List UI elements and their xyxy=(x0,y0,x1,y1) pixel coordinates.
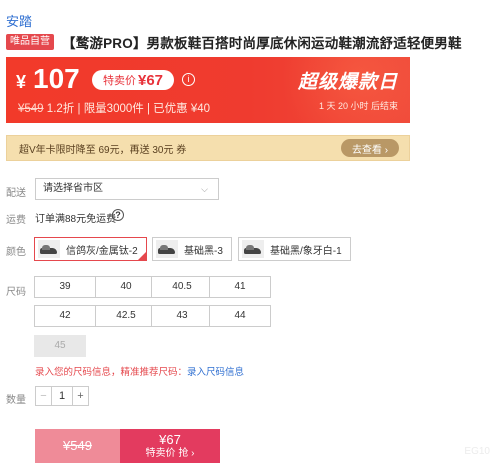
countdown-timer: 1 天 20 小时 后结束 xyxy=(318,101,398,111)
shoe-thumbnail xyxy=(242,240,264,258)
special-price-label: 特卖价 xyxy=(102,75,136,87)
coupon-saved: 已优惠 ¥40 xyxy=(153,103,211,115)
watermark: EG10 xyxy=(464,446,490,457)
buy-original-price: ¥549 xyxy=(63,438,92,453)
size-option-unavailable: 45 xyxy=(34,335,86,357)
limited-quantity: 限量3000件 xyxy=(83,103,144,115)
color-option-black-ivory[interactable]: 基础黑/象牙白-1 xyxy=(238,237,351,261)
color-option-grey[interactable]: 信鸽灰/金属钛-2 xyxy=(34,237,147,261)
special-price-value: ¥67 xyxy=(137,71,164,89)
chevron-down-icon: ⌵ xyxy=(201,184,208,194)
product-title: 【鹜游PRO】男款板鞋百搭时尚厚底休闲运动鞋潮流舒适轻便男鞋 xyxy=(62,36,462,51)
size-option[interactable]: 40 xyxy=(95,276,157,298)
current-price: 107 xyxy=(33,63,80,94)
quantity-stepper: − 1 + xyxy=(35,386,89,406)
size-option[interactable]: 39 xyxy=(34,276,96,298)
buy-special-label: 特卖价 抢 › xyxy=(145,448,195,459)
shoe-thumbnail xyxy=(38,240,60,258)
size-label: 尺码 xyxy=(6,287,26,298)
size-recommend-tip: 录入您的尺码信息，精准推荐尺码：录入尺码信息 xyxy=(35,364,244,378)
selected-check-icon xyxy=(136,251,147,261)
self-operated-badge: 唯品自营 xyxy=(6,34,54,50)
price-banner: ¥ 107 特卖价 ¥67 i ¥549 1.2折 | 限量3000件 | 已优… xyxy=(6,57,410,123)
buy-buttons: ¥549 ¥67 特卖价 抢 › xyxy=(35,429,220,463)
info-icon[interactable]: i xyxy=(182,73,195,86)
size-option[interactable]: 42 xyxy=(34,305,96,327)
help-icon[interactable]: ? xyxy=(112,209,124,221)
event-title: 超级爆款日 xyxy=(297,72,398,93)
size-option[interactable]: 43 xyxy=(151,305,213,327)
color-label: 颜色 xyxy=(6,247,26,258)
quantity-label: 数量 xyxy=(6,395,26,406)
special-price-pill: 特卖价 ¥67 xyxy=(92,70,174,90)
vip-promo-bar: 超V年卡限时降至 69元，再送 30元 券 去查看 › xyxy=(6,135,410,161)
price-details: ¥549 1.2折 | 限量3000件 | 已优惠 ¥40 xyxy=(18,100,210,116)
shipping-label: 运费 xyxy=(6,215,26,226)
size-option[interactable]: 40.5 xyxy=(151,276,213,298)
brand-link[interactable]: 安踏 xyxy=(6,11,32,30)
size-option[interactable]: 42.5 xyxy=(95,305,157,327)
quantity-minus-button[interactable]: − xyxy=(36,387,52,405)
region-select[interactable]: 请选择省市区 ⌵ xyxy=(35,178,219,200)
vip-promo-text: 超V年卡限时降至 69元，再送 30元 券 xyxy=(19,144,187,156)
shoe-thumbnail xyxy=(156,240,178,258)
original-price-button[interactable]: ¥549 xyxy=(35,429,120,463)
color-option-label: 基础黑/象牙白-1 xyxy=(270,245,342,257)
delivery-label: 配送 xyxy=(6,188,26,199)
color-option-black[interactable]: 基础黑-3 xyxy=(152,237,232,261)
size-info-link[interactable]: 录入尺码信息 xyxy=(187,367,244,378)
size-tip-text: 录入您的尺码信息，精准推荐尺码： xyxy=(35,367,188,378)
vip-view-button[interactable]: 去查看 › xyxy=(341,139,399,157)
special-buy-button[interactable]: ¥67 特卖价 抢 › xyxy=(120,429,220,463)
size-option[interactable]: 44 xyxy=(209,305,271,327)
currency-symbol: ¥ xyxy=(16,72,27,92)
quantity-value[interactable]: 1 xyxy=(52,387,72,405)
color-option-label: 信鸽灰/金属钛-2 xyxy=(66,245,138,257)
discount-rate: 1.2折 xyxy=(46,103,75,115)
region-select-value: 请选择省市区 xyxy=(43,183,103,194)
buy-special-price: ¥67 xyxy=(159,432,181,447)
product-title-row: 唯品自营 【鹜游PRO】男款板鞋百搭时尚厚底休闲运动鞋潮流舒适轻便男鞋 xyxy=(6,33,500,51)
quantity-plus-button[interactable]: + xyxy=(72,387,88,405)
color-option-label: 基础黑-3 xyxy=(184,245,223,257)
shipping-info: 订单满88元免运费 xyxy=(35,214,117,225)
original-price: ¥549 xyxy=(18,103,44,115)
size-option[interactable]: 41 xyxy=(209,276,271,298)
